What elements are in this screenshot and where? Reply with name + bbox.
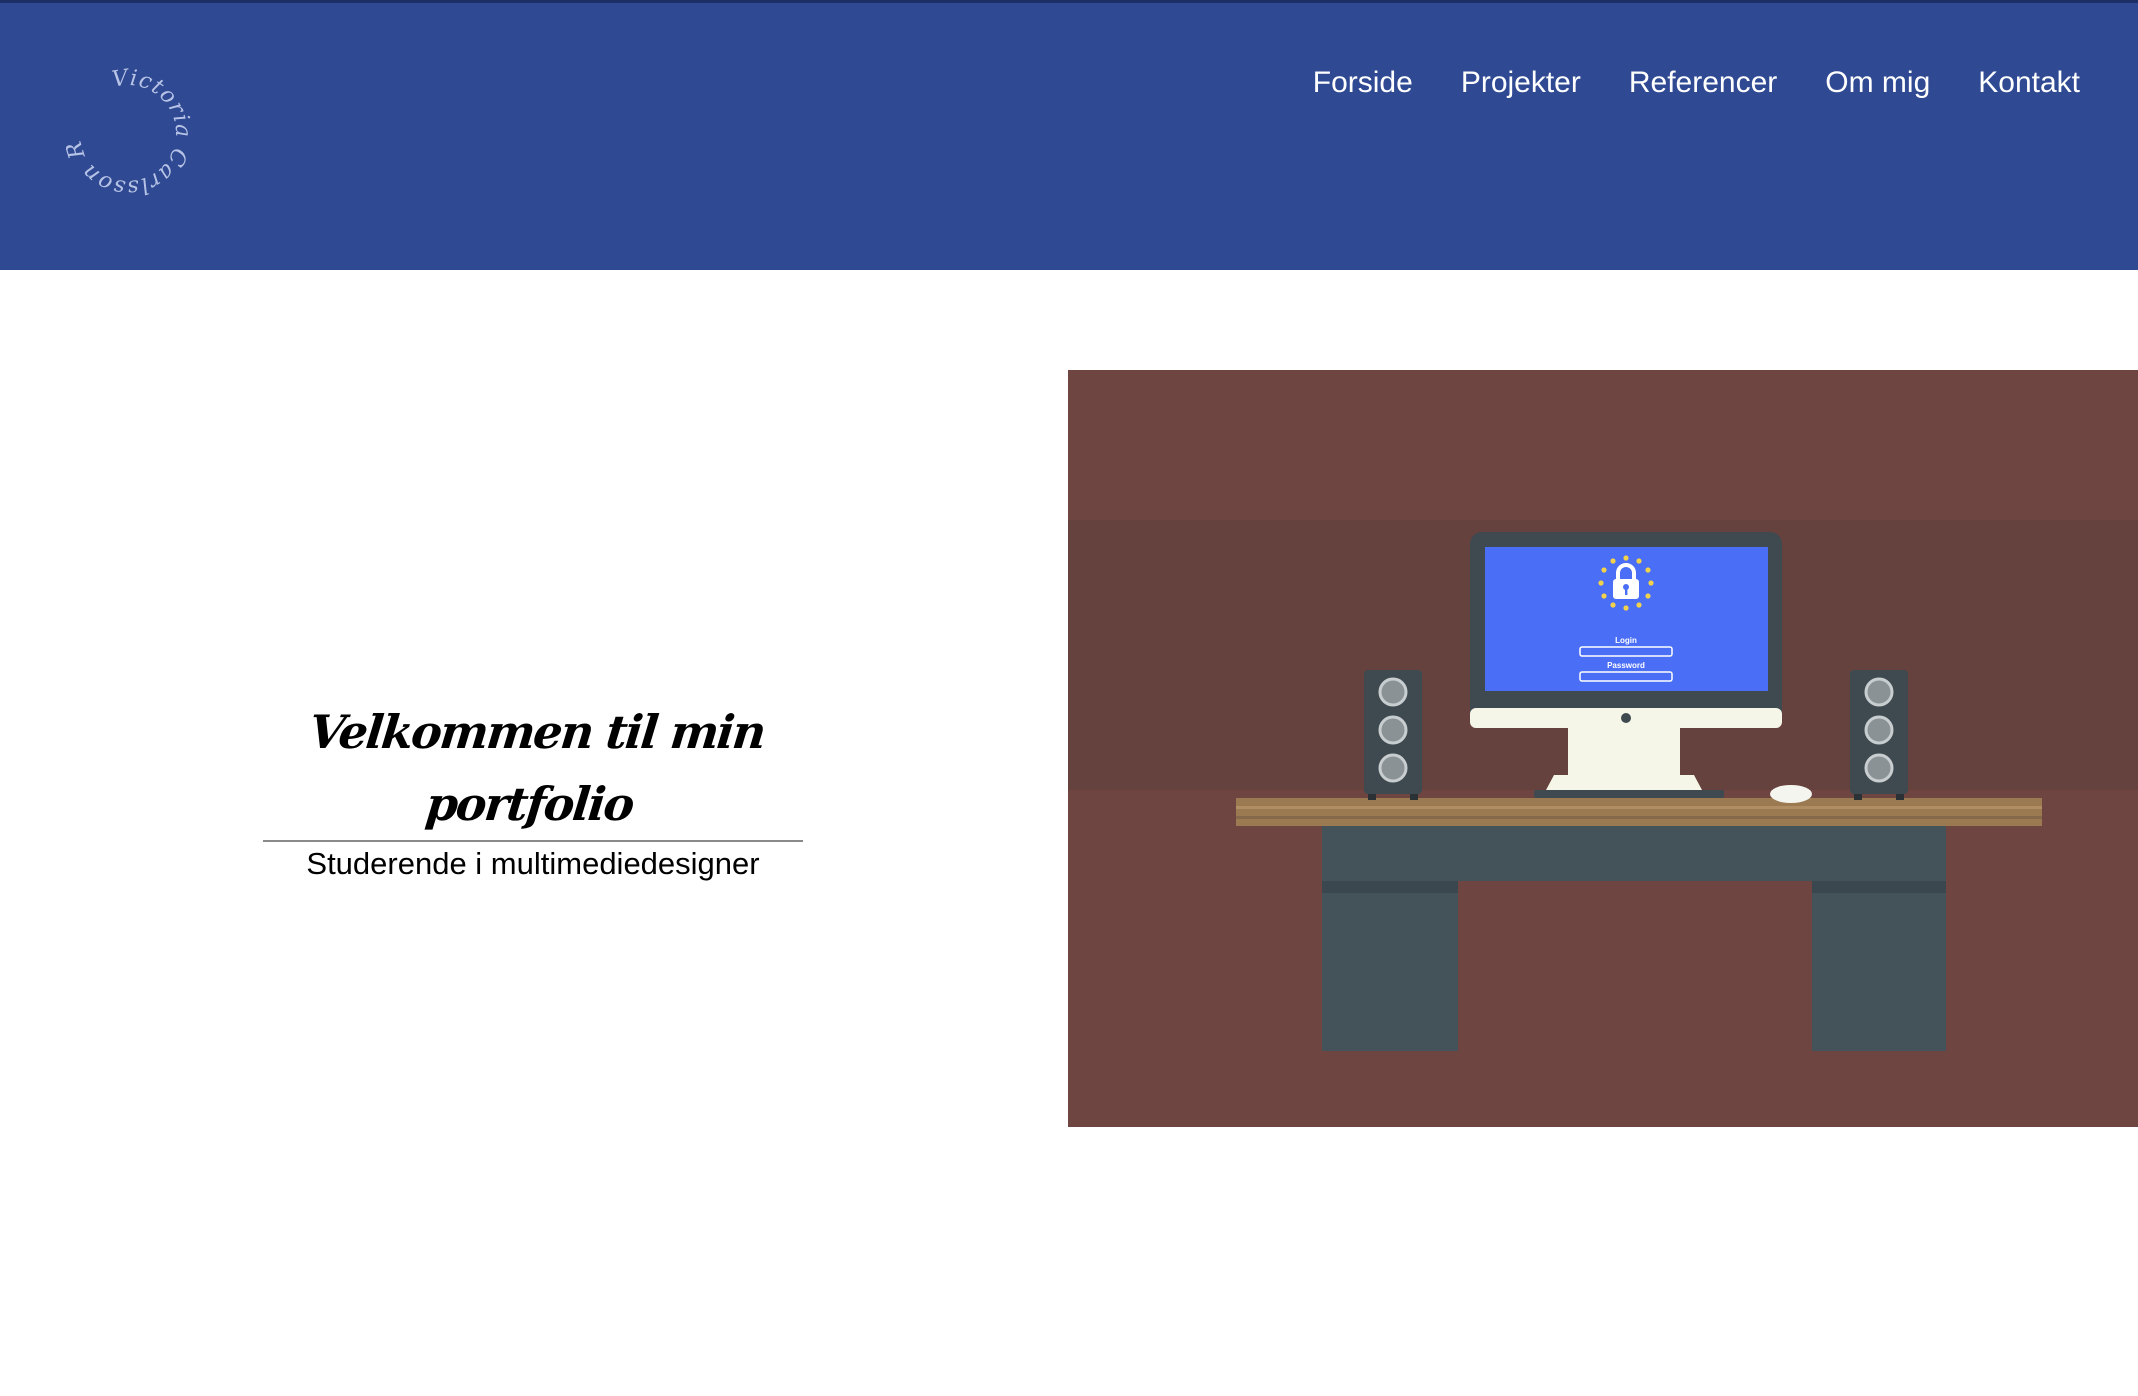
left-speaker-icon <box>1364 670 1422 800</box>
screen-login-label: Login <box>1615 636 1637 645</box>
site-header: Victoria Carlsson Rønne Forside Projekte… <box>0 0 2138 270</box>
logo-circular-text: Victoria Carlsson Rønne <box>50 44 195 200</box>
mouse-icon <box>1770 785 1812 803</box>
svg-text:Victoria Carlsson Rønne: Victoria Carlsson Rønne <box>58 63 195 200</box>
main-nav: Forside Projekter Referencer Om mig Kont… <box>1313 61 2080 105</box>
logo[interactable]: Victoria Carlsson Rønne <box>50 44 198 203</box>
hero-divider <box>263 840 803 842</box>
hero-text: Velkommen til min portfolio Studerende i… <box>263 696 803 884</box>
nav-referencer[interactable]: Referencer <box>1629 61 1777 105</box>
desk-body <box>1322 826 1946 881</box>
desk-top <box>1236 798 2042 826</box>
nav-projekter[interactable]: Projekter <box>1461 61 1581 105</box>
desk-computer-illustration: Login Password <box>1068 520 2138 1051</box>
hero-subtitle: Studerende i multimediedesigner <box>306 846 760 881</box>
nav-forside[interactable]: Forside <box>1313 61 1413 105</box>
right-speaker-icon <box>1850 670 1908 800</box>
screen-password-label: Password <box>1607 661 1645 670</box>
nav-om-mig[interactable]: Om mig <box>1825 61 1930 105</box>
nav-kontakt[interactable]: Kontakt <box>1978 61 2080 105</box>
hero-title: Velkommen til min portfolio <box>306 705 767 831</box>
hero-illustration: Login Password <box>1068 370 2138 1127</box>
